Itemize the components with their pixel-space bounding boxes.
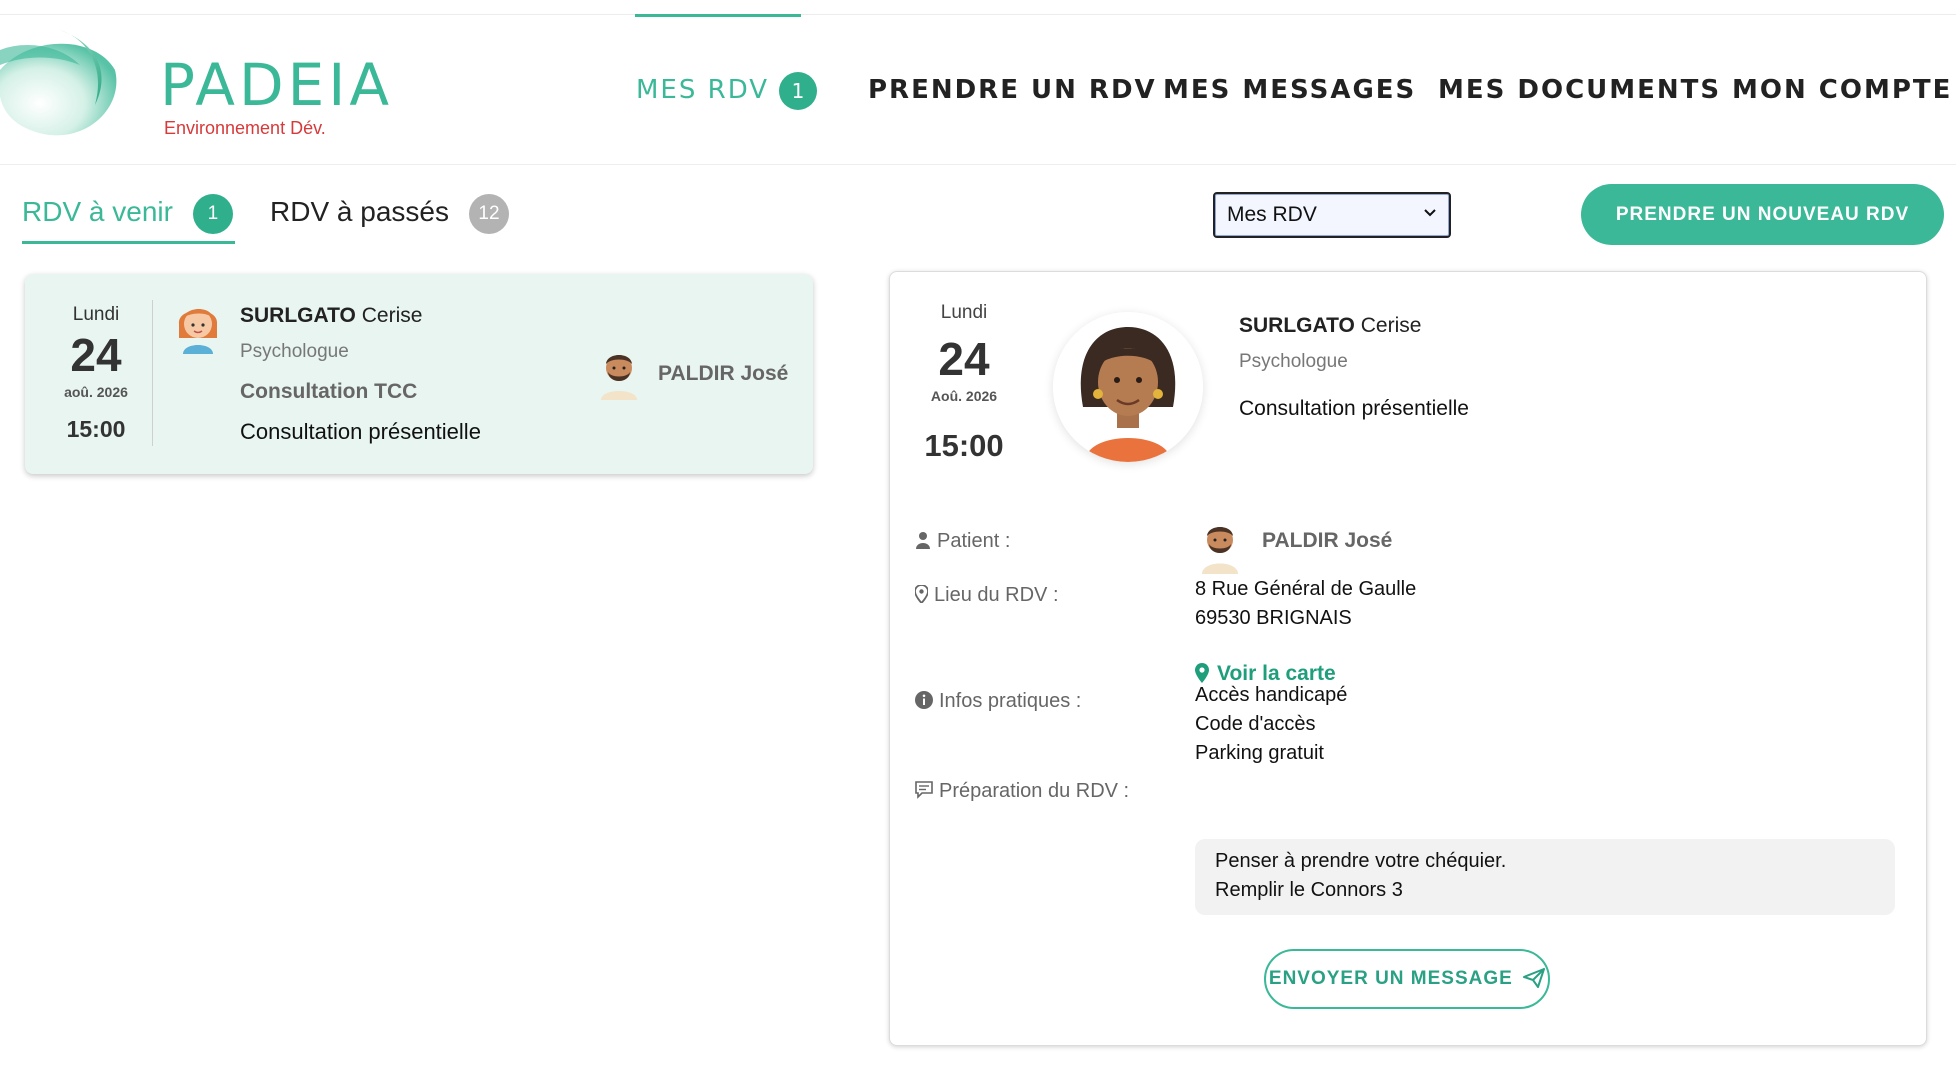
tab-label: RDV à passés [270,196,449,227]
location-label-text: Lieu du RDV : [934,584,1059,606]
info-circle-icon [915,691,933,709]
practitioner-first-name: Cerise [1360,314,1422,337]
nav-badge: 1 [779,71,818,110]
card-mode: Consultation présentielle [240,419,481,444]
nav-mes-documents[interactable]: MES DOCUMENTS [1438,70,1721,110]
rdv-filter-select[interactable]: Mes RDV [1213,192,1451,238]
address-line1: 8 Rue Général de Gaulle [1195,578,1417,600]
info-label-text: Infos pratiques : [939,690,1082,712]
nav-mon-compte[interactable]: MON COMPTE [1732,70,1952,110]
user-icon [916,532,930,549]
map-marker-icon [1195,663,1209,683]
new-appointment-button[interactable]: PRENDRE UN NOUVEAU RDV [1581,184,1944,245]
practitioner-first-name: Cerise [361,304,423,327]
tab-rdv-passes[interactable]: RDV à passés 12 [270,190,509,244]
nav-mes-messages[interactable]: MES MESSAGES [1163,70,1416,110]
card-weekday: Lundi [72,304,120,325]
select-value: Mes RDV [1227,203,1317,226]
practitioner-avatar-icon [1053,312,1203,462]
chevron-down-icon [1424,209,1436,217]
patient-avatar-icon [601,355,637,400]
patient-avatar-icon [1202,527,1238,574]
practitioner-avatar-icon [178,309,218,354]
preparation-line: Remplir le Connors 3 [1215,879,1403,901]
address-line2: 69530 BRIGNAIS [1195,607,1352,629]
info-list: Accès handicapé Code d'accès Parking gra… [1195,681,1347,768]
card-day: 24 [70,329,122,381]
patient-label: Patient : [915,530,1010,553]
map-marker-icon [915,585,928,603]
practitioner-last-name: SURLGATO [240,304,356,327]
detail-mode: Consultation présentielle [1239,397,1469,420]
preparation-label: Préparation du RDV : [915,780,1129,803]
tab-count-badge: 1 [192,193,233,234]
info-item: Code d'accès [1195,713,1316,735]
info-item: Parking gratuit [1195,742,1324,764]
nav-label: MES RDV [636,75,770,105]
practitioner-last-name: SURLGATO [1239,314,1355,337]
card-month-year: aoû. 2026 [64,384,128,400]
info-label: Infos pratiques : [915,690,1081,713]
appointment-detail-panel: Lundi 24 Aoû. 2026 15:00 SURLGATO Cerise… [889,271,1927,1046]
practitioner-photo [1053,312,1203,462]
location-label: Lieu du RDV : [915,584,1059,607]
detail-practitioner-name: SURLGATO Cerise [1239,314,1421,338]
info-item: Accès handicapé [1195,684,1348,706]
send-message-button[interactable]: ENVOYER UN MESSAGE [1264,949,1550,1009]
card-patient-name: PALDIR José [658,362,789,385]
detail-patient-name: PALDIR José [1262,529,1393,552]
paper-plane-icon [1523,968,1546,988]
header: PADEIA Environnement Dév. MES RDV 1 PREND… [0,0,1956,165]
preparation-notes: Penser à prendre votre chéquier. Remplir… [1195,839,1895,915]
detail-practitioner-role: Psychologue [1239,351,1348,372]
preparation-line: Penser à prendre votre chéquier. [1215,850,1507,872]
card-divider [152,300,153,446]
address: 8 Rue Général de Gaulle 69530 BRIGNAIS [1195,575,1416,633]
card-time: 15:00 [66,416,126,442]
card-practitioner-role: Psychologue [240,341,349,362]
nav-prendre-rdv[interactable]: PRENDRE UN RDV [868,70,1157,110]
main-nav: MES RDV 1 PRENDRE UN RDV MES MESSAGES MES… [0,0,1956,165]
tab-label: RDV à venir [22,196,173,227]
patient-label-text: Patient : [937,530,1011,552]
nav-mes-rdv[interactable]: MES RDV 1 [636,70,818,110]
card-practitioner-name: SURLGATO Cerise [240,304,422,328]
detail-month-year: Aoû. 2026 [930,388,998,404]
detail-day: 24 [938,333,990,385]
comment-icon [915,781,933,799]
nav-active-indicator [635,14,801,17]
tab-count-badge: 12 [468,193,509,234]
card-motif: Consultation TCC [240,380,418,403]
detail-time: 15:00 [924,428,1004,463]
detail-weekday: Lundi [940,302,988,323]
preparation-label-text: Préparation du RDV : [939,780,1130,802]
appointment-card[interactable]: Lundi 24 aoû. 2026 15:00 SURLGATO Cerise… [25,274,813,474]
tab-rdv-a-venir[interactable]: RDV à venir 1 [22,190,235,244]
send-message-label: ENVOYER UN MESSAGE [1268,968,1513,989]
